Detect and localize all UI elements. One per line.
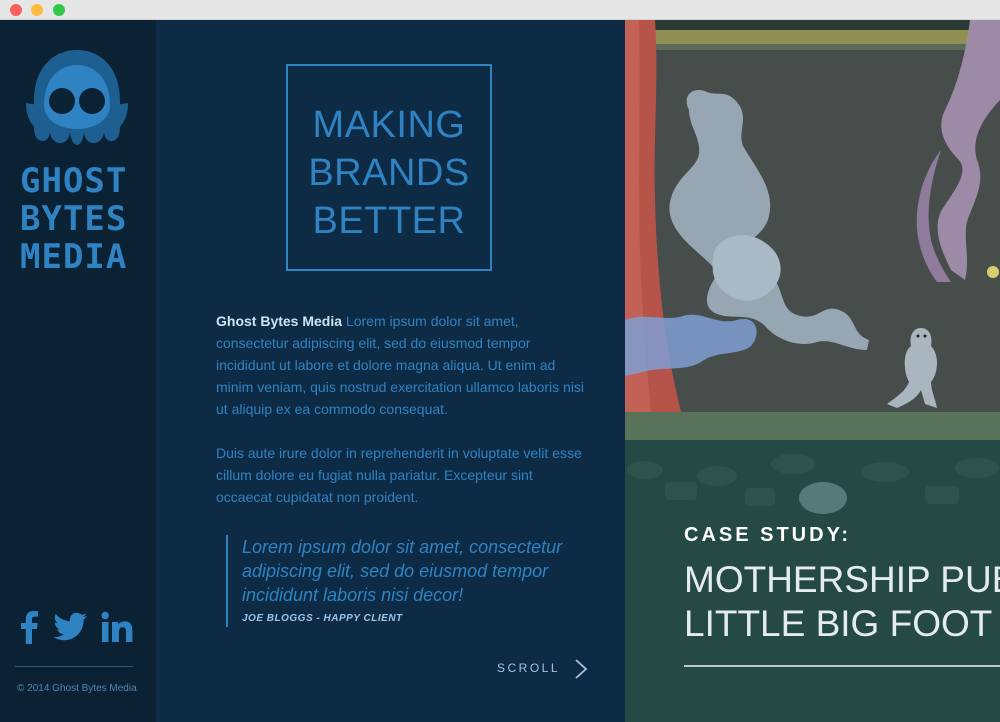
tagline-line-2: BRANDS — [308, 152, 470, 194]
window-zoom-button[interactable] — [53, 4, 65, 16]
intro-panel: MAKING BRANDS BETTER Ghost Bytes Media L… — [156, 20, 625, 722]
chevron-right-icon — [575, 659, 588, 679]
intro-brand-name: Ghost Bytes Media — [216, 313, 343, 329]
brand-line-1: GHOST — [20, 161, 128, 201]
brand-line-2: BYTES — [20, 199, 128, 239]
case-study-title-line-1: MOTHERSHIP PUBL — [684, 559, 1000, 600]
brand-wordmark[interactable]: GHOST BYTES MEDIA — [20, 162, 140, 276]
intro-paragraph: Ghost Bytes Media Lorem ipsum dolor sit … — [216, 310, 588, 420]
sidebar: GHOST BYTES MEDIA © 2014 Ghost Bytes Med… — [0, 20, 156, 722]
tagline: MAKING BRANDS BETTER — [288, 101, 490, 245]
twitter-icon[interactable] — [54, 610, 88, 644]
facebook-icon[interactable] — [20, 610, 38, 644]
browser-window-chrome — [0, 0, 1000, 20]
testimonial-author: JOE BLOGGS - HAPPY CLIENT — [242, 613, 403, 624]
window-minimize-button[interactable] — [31, 4, 43, 16]
sidebar-divider — [15, 666, 133, 667]
window-close-button[interactable] — [10, 4, 22, 16]
copyright-text: © 2014 Ghost Bytes Media — [17, 683, 137, 694]
case-study-hero[interactable]: CASE STUDY: MOTHERSHIP PUBL LITTLE BIG F… — [625, 20, 1000, 722]
tagline-line-3: BETTER — [312, 200, 466, 242]
scroll-button[interactable]: SCROLL — [497, 657, 597, 681]
linkedin-icon[interactable] — [101, 610, 133, 644]
social-links — [20, 610, 140, 646]
intro-paragraph-2: Duis aute irure dolor in reprehenderit i… — [216, 445, 582, 505]
testimonial: Lorem ipsum dolor sit amet, consectetur … — [226, 535, 588, 627]
tagline-line-1: MAKING — [312, 104, 466, 146]
case-study-label: CASE STUDY: — [684, 524, 852, 546]
testimonial-quote: Lorem ipsum dolor sit amet, consectetur … — [242, 537, 563, 605]
case-study-title-line-2: LITTLE BIG FOOT — [684, 603, 993, 644]
ghost-icon[interactable] — [24, 45, 130, 155]
case-study-divider — [684, 665, 1000, 667]
brand-line-3: MEDIA — [20, 237, 128, 277]
scroll-label: SCROLL — [497, 661, 561, 675]
tagline-box: MAKING BRANDS BETTER — [286, 64, 492, 271]
case-study-title[interactable]: MOTHERSHIP PUBL LITTLE BIG FOOT — [684, 558, 1000, 646]
